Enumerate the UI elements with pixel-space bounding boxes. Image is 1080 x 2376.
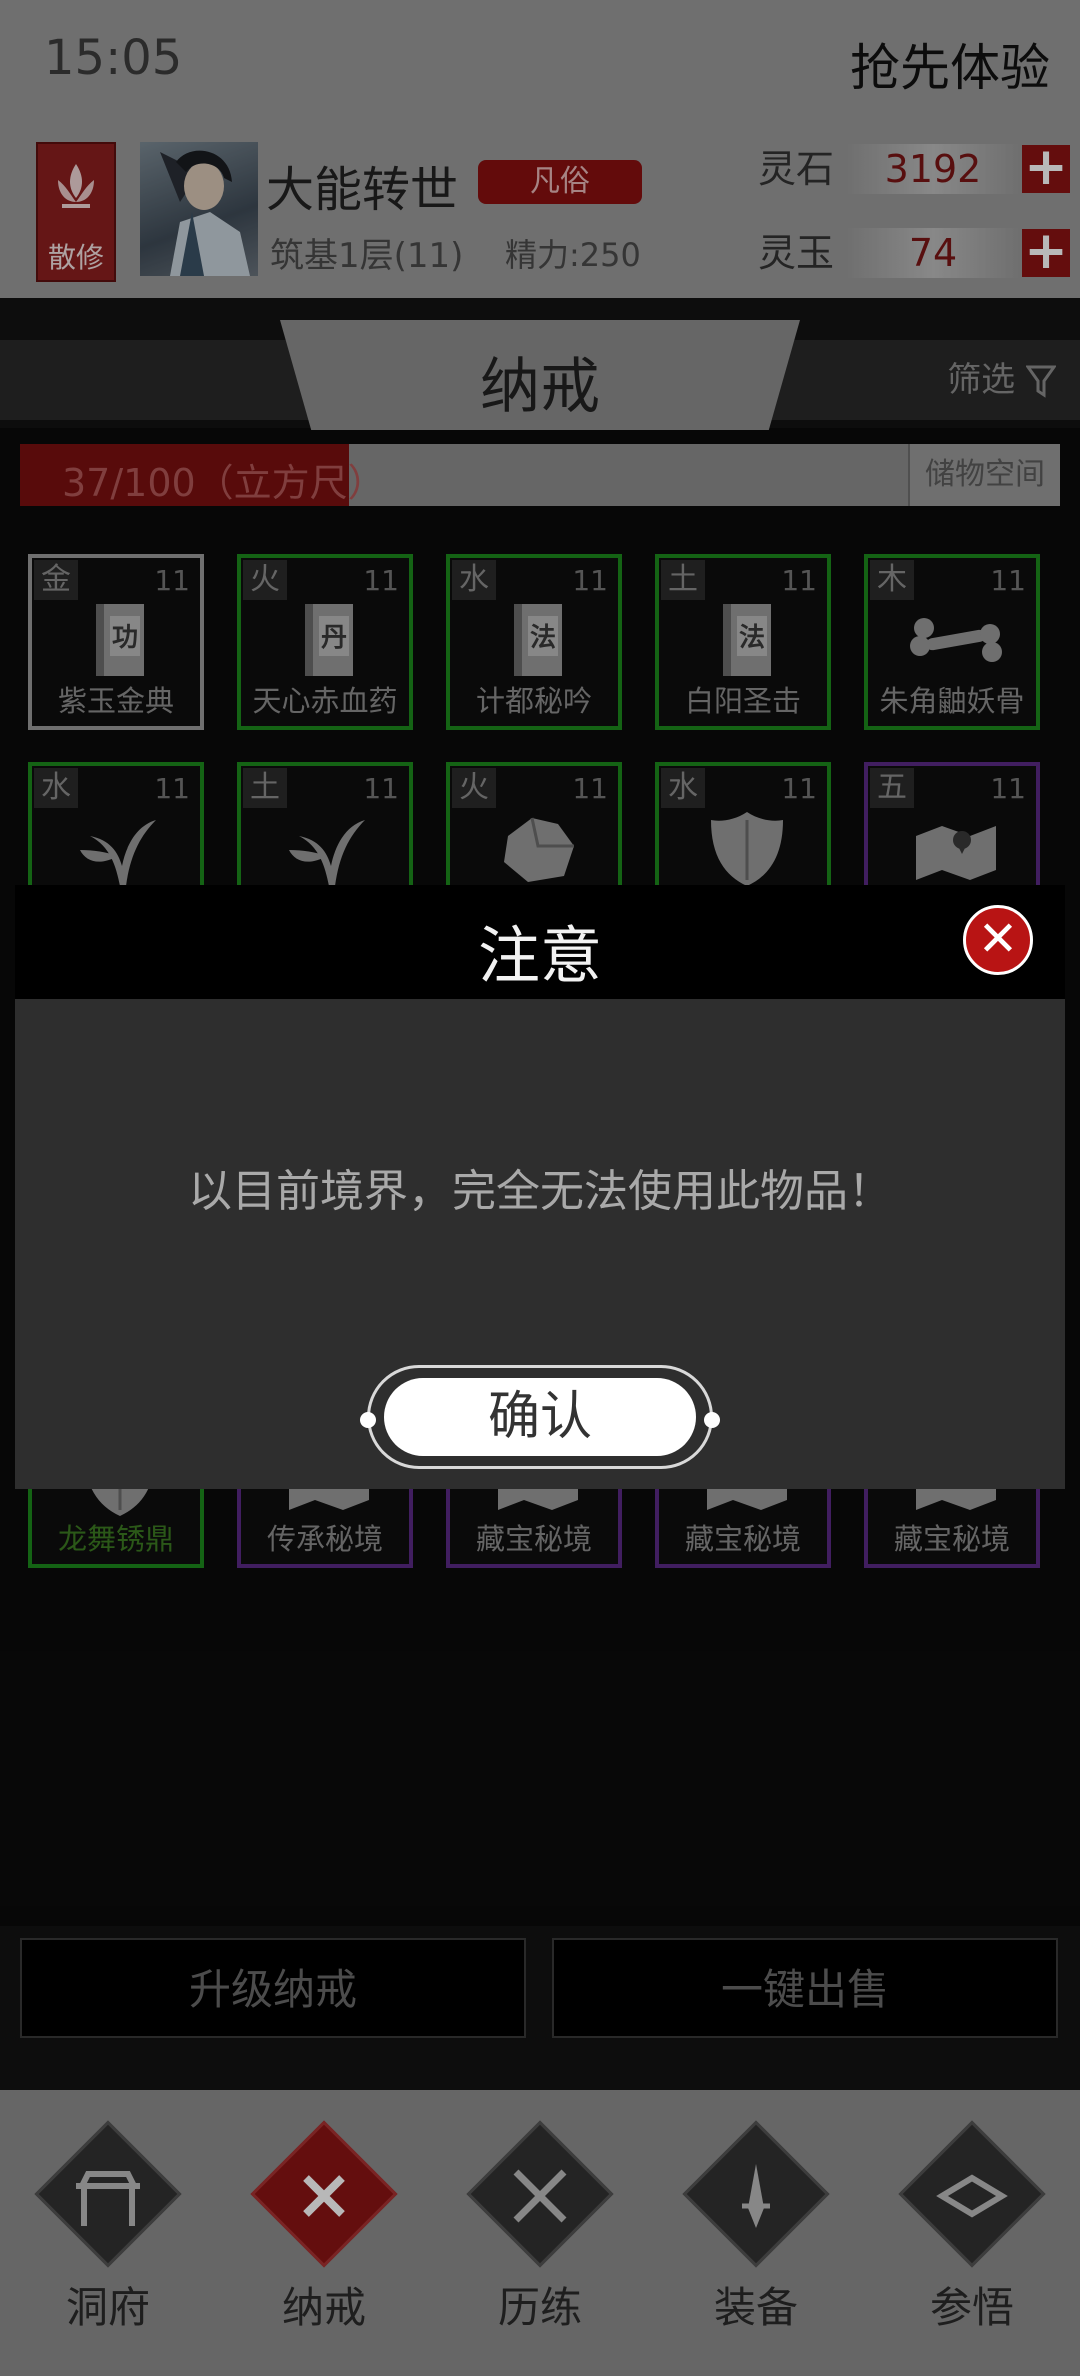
close-button[interactable]: ✕ <box>963 905 1033 975</box>
confirm-button[interactable]: 确认 <box>384 1378 696 1456</box>
frame-dot-left <box>360 1412 376 1428</box>
dialog-header: 注意 ✕ <box>15 885 1065 999</box>
dialog-title: 注意 <box>477 919 602 992</box>
close-icon: ✕ <box>977 911 1019 967</box>
confirm-button-frame: 确认 <box>360 1365 720 1469</box>
dialog-message: 以目前境界，完全无法使用此物品！ <box>188 1166 892 1217</box>
alert-dialog: 注意 ✕ 以目前境界，完全无法使用此物品！ 确认 <box>15 885 1065 1489</box>
frame-dot-right <box>704 1412 720 1428</box>
